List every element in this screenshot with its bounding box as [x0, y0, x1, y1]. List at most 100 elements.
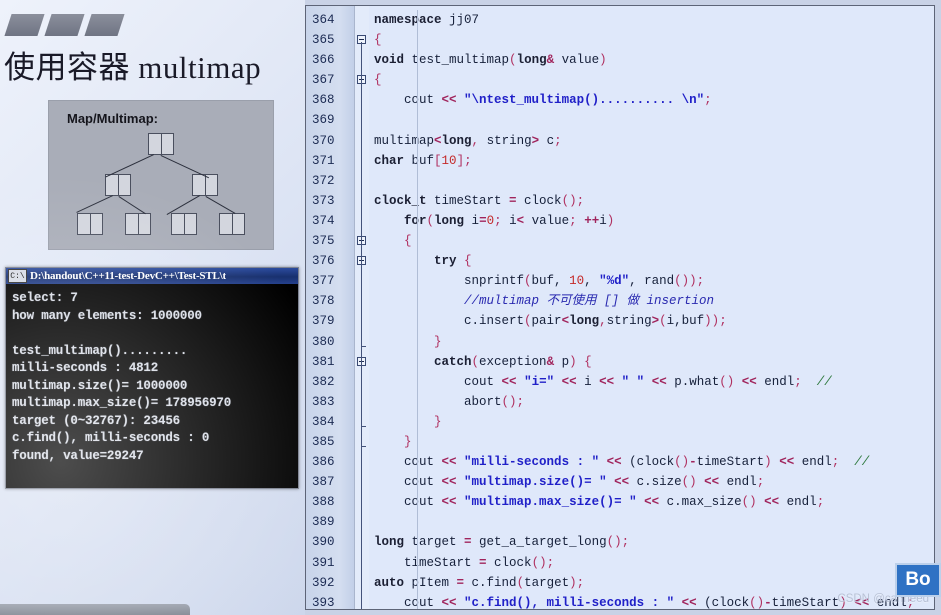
code-token: < [561, 314, 570, 329]
code-line[interactable]: multimap<long, string> c; [369, 131, 934, 151]
code-token: //multimap 不可使用 [] 做 insertion [374, 294, 715, 309]
deco-bar-2 [44, 14, 85, 36]
line-number: 378 [312, 294, 335, 309]
slide-decoration-bars [4, 14, 126, 38]
code-line[interactable]: } [369, 412, 934, 432]
code-token: ( [516, 575, 525, 590]
line-number: 376 [312, 254, 335, 269]
code-token: "milli-seconds : " [464, 455, 600, 470]
line-number: 367 [312, 73, 335, 88]
code-line[interactable]: } [369, 432, 934, 452]
code-token: ) [606, 213, 615, 228]
code-token: target [404, 535, 465, 550]
code-line[interactable]: snprintf(buf, 10, "%d", rand()); [369, 271, 934, 291]
code-token: c [539, 133, 555, 148]
code-token: ( [524, 314, 532, 329]
code-token: char [374, 153, 412, 168]
code-editor-window[interactable]: 364 365 366 367 368 369 370 371 372 373 374 375 376 3… [305, 5, 935, 610]
code-token: ) [599, 53, 607, 68]
line-number: 393 [312, 595, 335, 610]
line-number: 385 [312, 434, 335, 449]
code-token: << [704, 475, 720, 490]
code-line[interactable]: long target = get_a_target_long(); [369, 532, 934, 552]
code-token: & [546, 53, 555, 68]
code-line[interactable]: char buf[10]; [369, 151, 934, 171]
console-titlebar[interactable]: C:\ D:\handout\C++11-test-DevC++\Test-ST… [6, 268, 298, 284]
line-number: 391 [312, 555, 335, 570]
tree-edge-l1l-a [76, 195, 113, 213]
code-line[interactable]: try { [369, 251, 934, 271]
code-token: ; [494, 213, 502, 228]
code-text-area[interactable]: namespace jj07 {void test_multimap(long& … [369, 6, 934, 609]
code-line[interactable]: { [369, 231, 934, 251]
code-line[interactable]: abort(); [369, 392, 934, 412]
code-line[interactable] [369, 171, 934, 191]
deco-bar-1 [4, 14, 45, 36]
code-token: << [441, 93, 457, 108]
code-token: p.what [666, 374, 720, 389]
code-token: cout [374, 455, 442, 470]
code-token: c.insert [374, 314, 525, 329]
code-token: " " [621, 374, 645, 389]
code-line[interactable]: cout << "\ntest_multimap().......... \n"… [369, 90, 934, 110]
code-token: "\ntest_multimap().......... \n" [464, 93, 705, 108]
line-number-gutter: 364 365 366 367 368 369 370 371 372 373 374 375 376 3… [306, 6, 355, 609]
code-line[interactable]: auto pItem = c.find(target); [369, 573, 934, 593]
code-token: ( [659, 314, 667, 329]
blue-badge-button[interactable]: Bo [895, 563, 941, 597]
code-token: , [471, 133, 480, 148]
line-number: 371 [312, 153, 335, 168]
line-number: 372 [312, 173, 335, 188]
console-window[interactable]: C:\ D:\handout\C++11-test-DevC++\Test-ST… [5, 267, 299, 489]
line-number: 387 [312, 475, 335, 490]
code-token: pair [531, 314, 562, 329]
code-token: ; [576, 193, 585, 208]
code-line[interactable]: void test_multimap(long& value) [369, 50, 934, 70]
code-token: // [801, 374, 832, 389]
code-line[interactable]: //multimap 不可使用 [] 做 insertion [369, 291, 934, 311]
code-folding-margin[interactable] [355, 6, 369, 609]
code-line[interactable]: cout << "multimap.size()= " << c.size() … [369, 472, 934, 492]
code-token: < [434, 133, 442, 148]
code-token: { [584, 354, 592, 369]
code-token: << [561, 374, 577, 389]
taskbar[interactable] [0, 604, 190, 615]
code-line[interactable]: c.insert(pair<long,string>(i,buf)); [369, 311, 934, 331]
code-token: > [531, 133, 540, 148]
code-token: ; [719, 314, 727, 329]
code-line[interactable]: cout << "milli-seconds : " << (clock()-t… [369, 452, 934, 472]
code-line[interactable]: } [369, 332, 934, 352]
code-line[interactable]: cout << "i=" << i << " " << p.what() << … [369, 372, 934, 392]
code-token: test_multimap [411, 53, 510, 68]
code-token: long [516, 53, 547, 68]
code-token: ) [764, 455, 772, 470]
code-token: c.find [464, 575, 517, 590]
code-token: (clock [696, 595, 750, 609]
code-line[interactable]: clock_t timeStart = clock(); [369, 191, 934, 211]
code-token: << [501, 374, 517, 389]
code-line[interactable] [369, 512, 934, 532]
line-number: 390 [312, 535, 335, 550]
code-token: ( [524, 274, 532, 289]
code-token: pItem [411, 575, 457, 590]
code-line[interactable]: cout << "multimap.max_size()= " << c.max… [369, 492, 934, 512]
code-token: - [689, 455, 697, 470]
code-line[interactable]: namespace jj07 [369, 10, 934, 30]
code-line[interactable] [369, 110, 934, 130]
code-line[interactable]: { [369, 30, 934, 50]
code-token: ] [456, 153, 465, 168]
tree-node-root [148, 133, 174, 155]
line-number: 388 [312, 495, 335, 510]
code-token: () [741, 495, 757, 510]
code-token: [ [434, 153, 442, 168]
code-line[interactable]: { [369, 70, 934, 90]
code-line[interactable]: catch(exception& p) { [369, 352, 934, 372]
code-token: , [584, 274, 600, 289]
code-token: { [374, 73, 382, 88]
code-line[interactable]: timeStart = clock(); [369, 553, 934, 573]
code-token: void [374, 53, 412, 68]
code-line[interactable]: for(long i=0; i< value; ++i) [369, 211, 934, 231]
code-token: for [374, 213, 427, 228]
